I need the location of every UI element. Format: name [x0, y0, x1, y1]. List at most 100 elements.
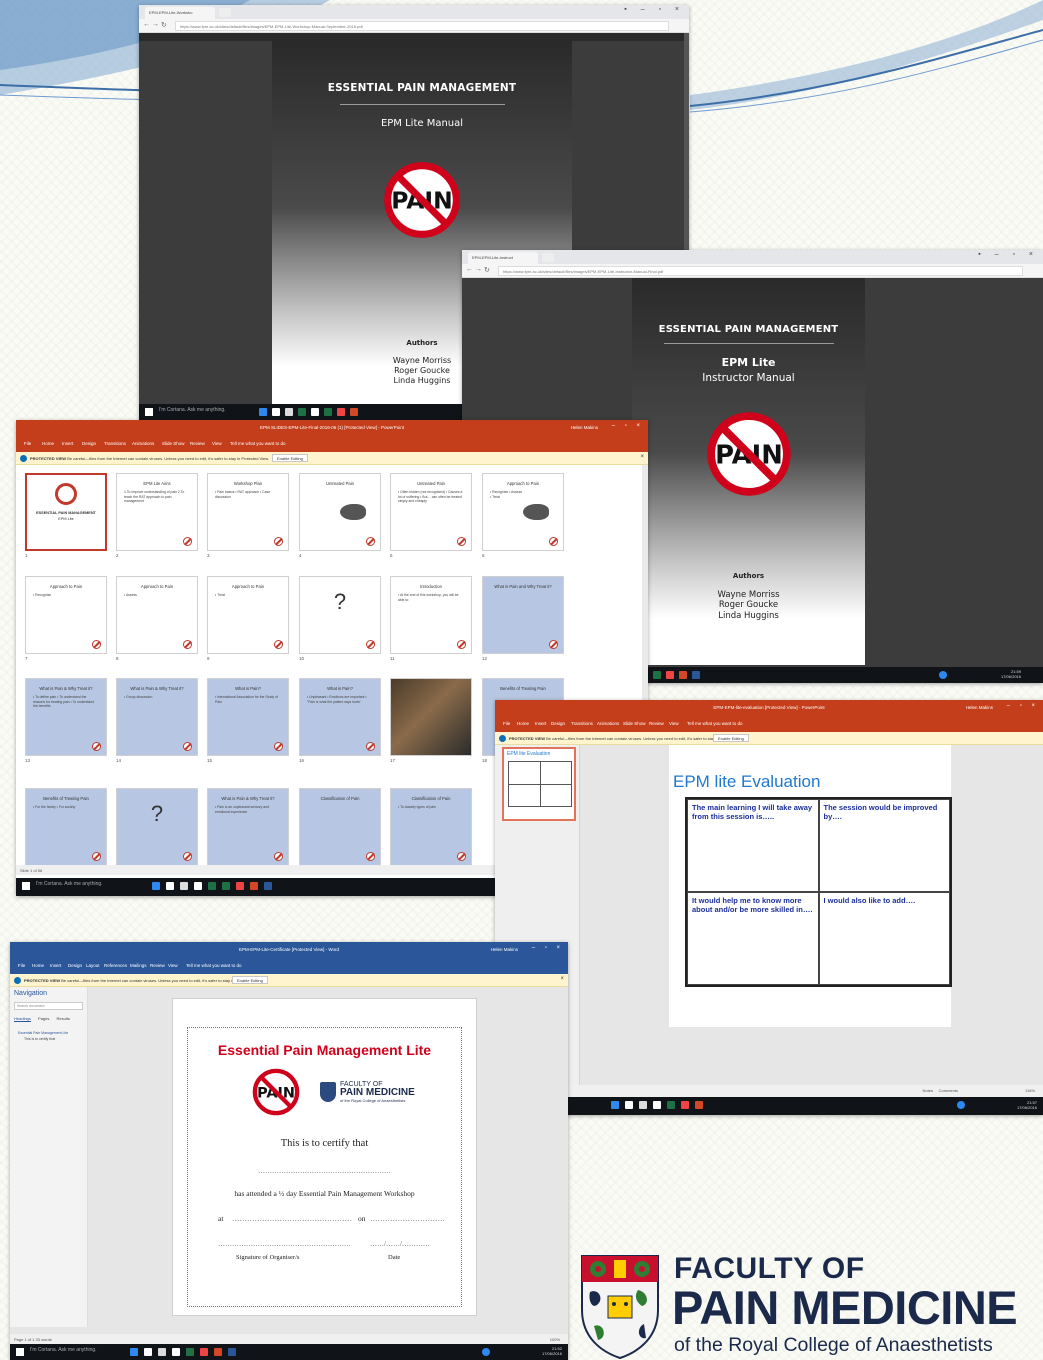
- tab-view[interactable]: View: [168, 963, 178, 968]
- word-icon[interactable]: [228, 1348, 236, 1356]
- powerpoint-icon[interactable]: [250, 882, 258, 890]
- slide-thumbnail[interactable]: Untreated Pain • Often hidden (not recogn…: [390, 473, 472, 551]
- comments-button[interactable]: Comments: [939, 1088, 958, 1093]
- help-icon[interactable]: [957, 1101, 965, 1109]
- nav-tab-headings[interactable]: Headings: [14, 1016, 31, 1022]
- slide-thumbnail[interactable]: [390, 678, 472, 756]
- slide-thumbnail[interactable]: Untreated Pain: [299, 473, 381, 551]
- nav-tab-results[interactable]: Results: [57, 1016, 70, 1021]
- nav-search-input[interactable]: Search document: [14, 1002, 83, 1010]
- cortana-search[interactable]: I'm Cortana. Ask me anything.: [30, 1347, 97, 1353]
- tab-home[interactable]: Home: [42, 441, 54, 446]
- tab-insert[interactable]: Insert: [62, 441, 73, 446]
- slide-thumbnail[interactable]: ?: [116, 788, 198, 866]
- slide-thumbnail[interactable]: What is Pain? • International Association…: [207, 678, 289, 756]
- eval-cell[interactable]: It would help me to know more about and/…: [687, 892, 819, 985]
- excel-icon[interactable]: [208, 882, 216, 890]
- word-icon[interactable]: [692, 671, 700, 679]
- slide-thumbnail[interactable]: What is Pain? • Unpleasant • Emotions are…: [299, 678, 381, 756]
- tab-view[interactable]: View: [669, 721, 679, 726]
- app-icon[interactable]: [653, 671, 661, 679]
- file-explorer-icon[interactable]: [272, 408, 280, 416]
- tab-file[interactable]: File: [24, 441, 31, 446]
- app-icon[interactable]: [222, 882, 230, 890]
- slide-thumbnail[interactable]: What is Pain & Why Treat it? • To define …: [25, 678, 107, 756]
- excel-icon[interactable]: [186, 1348, 194, 1356]
- tab-home[interactable]: Home: [517, 721, 529, 726]
- forward-icon[interactable]: →: [152, 21, 159, 28]
- tab-slide-show[interactable]: Slide Show: [623, 721, 646, 726]
- file-explorer-icon[interactable]: [144, 1348, 152, 1356]
- start-icon[interactable]: [145, 408, 153, 416]
- user-name[interactable]: Helen Makins: [571, 425, 598, 430]
- slide-thumbnail[interactable]: Workshop Plan • Pain basics • RAT approac…: [207, 473, 289, 551]
- excel-icon[interactable]: [298, 408, 306, 416]
- mail-icon[interactable]: [194, 882, 202, 890]
- tab-review[interactable]: Review: [150, 963, 165, 968]
- nav-tab-pages[interactable]: Pages: [38, 1016, 49, 1021]
- reload-icon[interactable]: ↻: [161, 21, 167, 29]
- window-controls[interactable]: – ▫ ×: [532, 945, 564, 951]
- taskview-icon[interactable]: [611, 1101, 619, 1109]
- word-icon[interactable]: [264, 882, 272, 890]
- slide-thumbnail[interactable]: What is Pain & Why Treat it? • Group disc…: [116, 678, 198, 756]
- tab-transitions[interactable]: Transitions: [104, 441, 126, 446]
- tab-slide-show[interactable]: Slide Show: [162, 441, 185, 446]
- chrome-icon[interactable]: [236, 882, 244, 890]
- app-icon[interactable]: [324, 408, 332, 416]
- file-explorer-icon[interactable]: [166, 882, 174, 890]
- enable-editing-button[interactable]: Enable Editing: [232, 976, 268, 984]
- reload-icon[interactable]: ↻: [484, 266, 490, 274]
- tab-design[interactable]: Design: [82, 441, 96, 446]
- slide-thumbnail[interactable]: Classification of Pain: [299, 788, 381, 866]
- slide-thumbnail[interactable]: Benefits of Treating Pain • For the famil…: [25, 788, 107, 866]
- url-field[interactable]: https://www.fpm.ac.uk/sites/default/file…: [175, 21, 669, 31]
- tab-review[interactable]: Review: [190, 441, 205, 446]
- tab-file[interactable]: File: [18, 963, 25, 968]
- tab-insert[interactable]: Insert: [50, 963, 61, 968]
- eval-cell[interactable]: The session would be improved by….: [818, 799, 950, 892]
- user-name[interactable]: Helen Makins: [966, 705, 993, 710]
- tab-animations[interactable]: Animations: [132, 441, 154, 446]
- tab-animations[interactable]: Animations: [597, 721, 619, 726]
- slide-thumbnail[interactable]: Approach to Pain • Treat: [207, 576, 289, 654]
- mail-icon[interactable]: [311, 408, 319, 416]
- help-icon[interactable]: [939, 671, 947, 679]
- notes-button[interactable]: Notes: [923, 1088, 933, 1093]
- eval-cell[interactable]: I would also like to add….: [818, 892, 950, 985]
- tab-transitions[interactable]: Transitions: [571, 721, 593, 726]
- slide-thumbnail[interactable]: Classification of Pain • To classify type…: [390, 788, 472, 866]
- tell-me-search[interactable]: Tell me what you want to do: [687, 721, 743, 726]
- slide-thumbnail[interactable]: What is Pain and Why Treat it?: [482, 576, 564, 654]
- powerpoint-icon[interactable]: [679, 671, 687, 679]
- powerpoint-icon[interactable]: [214, 1348, 222, 1356]
- help-icon[interactable]: [482, 1348, 490, 1356]
- window-controls[interactable]: ▪ – ▫ ×: [624, 6, 685, 13]
- forward-icon[interactable]: →: [475, 266, 482, 273]
- enable-editing-button[interactable]: Enable Editing: [272, 454, 308, 462]
- window-controls[interactable]: ▪ – ▫ ×: [978, 251, 1039, 258]
- slide-thumbnail[interactable]: Approach to Pain • Assess: [116, 576, 198, 654]
- powerpoint-icon[interactable]: [695, 1101, 703, 1109]
- taskview-icon[interactable]: [130, 1348, 138, 1356]
- eval-cell[interactable]: The main learning I will take away from …: [687, 799, 819, 892]
- tab-file[interactable]: File: [503, 721, 510, 726]
- chrome-icon[interactable]: [681, 1101, 689, 1109]
- slide-thumbnail[interactable]: Approach to Pain • Recognise • Assess • T…: [482, 473, 564, 551]
- excel-icon[interactable]: [667, 1101, 675, 1109]
- tab-home[interactable]: Home: [32, 963, 44, 968]
- new-tab-button[interactable]: [219, 8, 231, 17]
- slide-thumbnail[interactable]: Approach to Pain • Recognise: [25, 576, 107, 654]
- enable-editing-button[interactable]: Enable Editing: [713, 734, 749, 742]
- close-icon[interactable]: ×: [560, 976, 564, 982]
- url-field[interactable]: https://www.fpm.ac.uk/sites/default/file…: [498, 266, 1023, 276]
- back-icon[interactable]: ←: [143, 21, 150, 28]
- powerpoint-icon[interactable]: [350, 408, 358, 416]
- browser-tab[interactable]: EPM-EPM-Lite-Worksho: [145, 7, 215, 19]
- chrome-icon[interactable]: [666, 671, 674, 679]
- close-icon[interactable]: ×: [640, 454, 644, 460]
- slide-thumbnail[interactable]: Introduction • At the end of this worksho…: [390, 576, 472, 654]
- tab-mailings[interactable]: Mailings: [130, 963, 147, 968]
- mail-icon[interactable]: [653, 1101, 661, 1109]
- start-icon[interactable]: [22, 882, 30, 890]
